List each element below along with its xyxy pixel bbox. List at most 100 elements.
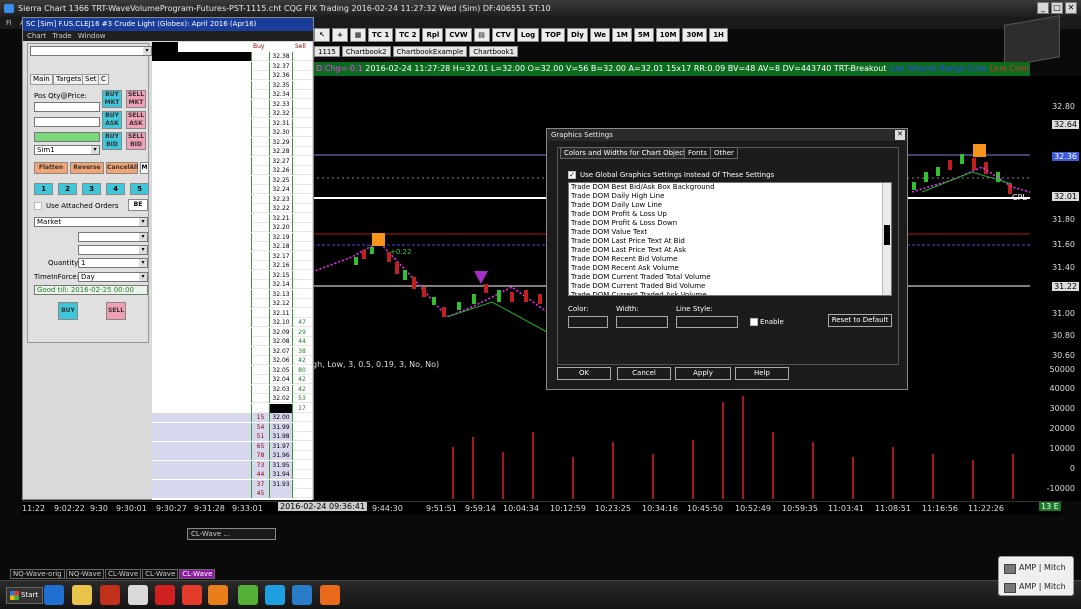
cvw-button[interactable]: CVW	[445, 27, 472, 42]
ladder-bid-cell[interactable]	[152, 460, 251, 470]
ladder-buy-cell[interactable]	[251, 99, 269, 109]
notification-popup[interactable]: AMP | Mitch AMP | Mitch	[998, 556, 1074, 596]
ladder-sell-cell[interactable]	[293, 214, 311, 223]
time-axis[interactable]: 11:22 9:02:22 9:30 9:30:01 9:30:27 9:31:…	[22, 501, 1062, 515]
tab-other[interactable]: Other	[710, 147, 738, 159]
ladder-buy-cell[interactable]	[251, 185, 269, 194]
attached-orders-checkbox[interactable]	[34, 202, 42, 210]
ie-icon[interactable]	[44, 585, 64, 605]
log-button[interactable]: Log	[516, 27, 540, 42]
sheet-tab-cl-wave-3[interactable]: CL-Wave	[179, 569, 216, 579]
qty-preset-3[interactable]: 3	[82, 183, 101, 195]
ladder-row[interactable]: 32.04 42	[152, 375, 312, 384]
ladder-bid-cell[interactable]	[152, 109, 251, 118]
ladder-row[interactable]: 32.06 42	[152, 356, 312, 365]
ladder-buy-cell[interactable]: 44	[251, 470, 269, 479]
ladder-buy-cell[interactable]: 15	[251, 413, 269, 422]
ladder-bid-cell[interactable]	[152, 413, 251, 422]
sheet-tab-nq-wave[interactable]: NQ-Wave	[65, 569, 105, 579]
help-button[interactable]: Help	[735, 367, 789, 380]
ladder-sell-cell[interactable]: 42	[293, 385, 311, 394]
globe-icon[interactable]	[292, 585, 312, 605]
list-item[interactable]: Trade DOM Profit & Loss Down	[569, 219, 891, 228]
skype-icon[interactable]	[265, 585, 285, 605]
trade-dom-window[interactable]: SC [Sim] F.US.CLEJ16 #3 Crude Light (Glo…	[22, 17, 314, 500]
ladder-bid-cell[interactable]	[152, 61, 251, 71]
folder-icon[interactable]	[72, 585, 92, 605]
list-icon[interactable]: ▤	[473, 27, 490, 42]
notification-item[interactable]: AMP | Mitch	[999, 579, 1073, 595]
ladder-sell-cell[interactable]	[293, 470, 311, 479]
ladder-buy-cell[interactable]	[251, 147, 269, 156]
play-icon[interactable]	[182, 585, 202, 605]
top-button[interactable]: TOP	[541, 27, 566, 42]
ladder-sell-cell[interactable]: 42	[293, 356, 311, 365]
ladder-sell-cell[interactable]	[293, 62, 311, 71]
bitcoin-icon[interactable]	[320, 585, 340, 605]
list-item[interactable]: Trade DOM Last Price Text At Bid	[569, 237, 891, 246]
dom-menu-chart[interactable]: Chart	[27, 32, 46, 40]
ladder-bid-cell[interactable]	[152, 99, 251, 109]
ladder-buy-cell[interactable]: 51	[251, 432, 269, 441]
tab-chartbook1[interactable]: Chartbook1	[469, 46, 519, 57]
replay-button[interactable]: Rpl	[422, 27, 444, 42]
ladder-row[interactable]: 32.29	[152, 137, 312, 147]
tab-1115[interactable]: 1115	[314, 46, 340, 57]
ladder-row[interactable]: 32.07 38	[152, 346, 312, 356]
ladder-buy-cell[interactable]	[251, 213, 269, 223]
ladder-row[interactable]: 32.03 42	[152, 384, 312, 394]
sheet-tab-cl-wave-1[interactable]: CL-Wave	[105, 569, 142, 579]
ladder-sell-cell[interactable]	[293, 442, 311, 451]
time-in-force-select[interactable]: Day	[78, 272, 148, 282]
ladder-buy-cell[interactable]	[251, 118, 269, 128]
ladder-bid-cell[interactable]	[152, 356, 251, 365]
ladder-sell-cell[interactable]: 44	[293, 337, 311, 346]
ladder-sell-cell[interactable]	[293, 261, 311, 270]
list-item[interactable]: Trade DOM Current Traded Ask Volume	[569, 291, 891, 295]
apply-button[interactable]: Apply	[675, 367, 731, 380]
ladder-sell-cell[interactable]: 38	[293, 347, 311, 356]
ladder-row[interactable]: 32.11	[152, 308, 312, 318]
ladder-bid-cell[interactable]	[152, 384, 251, 394]
ladder-row[interactable]: 32.31	[152, 118, 312, 128]
ladder-bid-cell[interactable]	[152, 280, 251, 289]
30m-button[interactable]: 30M	[682, 27, 708, 42]
ladder-buy-cell[interactable]	[251, 346, 269, 356]
ladder-row[interactable]: 32.26	[152, 166, 312, 175]
ladder-bid-cell[interactable]	[152, 337, 251, 346]
ladder-row[interactable]: 32.10 47	[152, 318, 312, 327]
ladder-row[interactable]: 32.09 29	[152, 327, 312, 337]
qty-preset-5[interactable]: 5	[130, 183, 149, 195]
quantity-field[interactable]: 1	[78, 258, 148, 268]
ladder-row[interactable]: 17	[152, 403, 312, 413]
qty-preset-2[interactable]: 2	[58, 183, 77, 195]
crosshair-icon[interactable]: +	[332, 27, 348, 42]
grid-icon[interactable]: ▦	[350, 27, 366, 42]
ladder-buy-cell[interactable]	[251, 375, 269, 384]
ladder-sell-cell[interactable]	[293, 147, 311, 156]
ladder-buy-cell[interactable]: 37	[251, 479, 269, 489]
tab-targets[interactable]: Targets	[53, 74, 85, 85]
ladder-sell-cell[interactable]	[293, 166, 311, 175]
ladder-sell-cell[interactable]	[293, 299, 311, 308]
ladder-row[interactable]: 32.35	[152, 80, 312, 90]
ladder-row[interactable]: 32.36	[152, 71, 312, 80]
buy-bid-button[interactable]: BUY BID	[102, 132, 122, 150]
ladder-row[interactable]: 32.19	[152, 232, 312, 242]
ladder-row[interactable]: 73 31.95	[152, 460, 312, 470]
ladder-buy-cell[interactable]	[251, 232, 269, 242]
ladder-bid-cell[interactable]	[152, 470, 251, 479]
ladder-row[interactable]: 32.18	[152, 242, 312, 251]
list-item[interactable]: Trade DOM Daily High Line	[569, 192, 891, 201]
ladder-row[interactable]: 32.20	[152, 223, 312, 232]
ladder-bid-cell[interactable]	[152, 251, 251, 261]
tc1-button[interactable]: TC 1	[368, 27, 394, 42]
ladder-buy-cell[interactable]: 73	[251, 460, 269, 470]
attached-order-select[interactable]	[78, 232, 148, 242]
ladder-bid-cell[interactable]	[152, 137, 251, 147]
ok-button[interactable]: OK	[557, 367, 611, 380]
ladder-buy-cell[interactable]	[251, 327, 269, 337]
ladder-bid-cell[interactable]	[152, 71, 251, 80]
ladder-buy-cell[interactable]	[251, 61, 269, 71]
ladder-buy-cell[interactable]	[251, 280, 269, 289]
